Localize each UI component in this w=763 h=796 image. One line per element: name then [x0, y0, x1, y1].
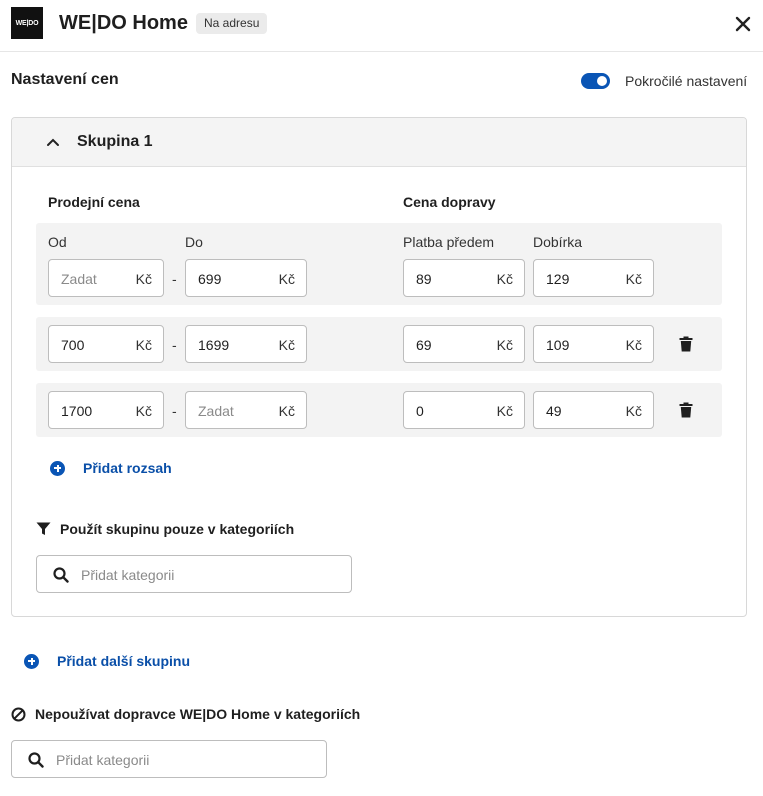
cod-shipping-value: 109	[546, 337, 570, 353]
prepaid-shipping-input[interactable]: 69 Kč	[403, 325, 525, 363]
currency-unit: Kč	[135, 337, 152, 353]
brand-logo-text: WE|DO	[15, 19, 39, 27]
block-icon	[11, 707, 26, 721]
dialog-title: WE|DO Home	[59, 12, 188, 34]
prepaid-label: Platba předem	[403, 234, 495, 250]
close-button[interactable]	[733, 14, 753, 34]
add-range-label: Přidat rozsah	[83, 460, 172, 476]
from-price-value: 1700	[61, 403, 93, 419]
currency-unit: Kč	[278, 403, 295, 419]
toggle-knob	[597, 76, 607, 86]
currency-unit: Kč	[135, 403, 152, 419]
to-price-value: 699	[198, 271, 222, 287]
prepaid-shipping-value: 89	[416, 271, 432, 287]
cod-shipping-input[interactable]: 49 Kč	[533, 391, 654, 429]
close-icon	[735, 16, 751, 32]
from-price-input[interactable]: 700 Kč	[48, 325, 164, 363]
add-range-button[interactable]: Přidat rozsah	[50, 460, 172, 476]
from-price-placeholder: Zadat	[61, 271, 97, 287]
currency-unit: Kč	[496, 337, 513, 353]
group-header[interactable]: Skupina 1	[12, 118, 746, 167]
currency-unit: Kč	[278, 271, 295, 287]
search-icon	[28, 752, 44, 768]
category-filter-label: Použít skupinu pouze v kategoriích	[60, 521, 295, 537]
sale-price-heading: Prodejní cena	[48, 194, 140, 210]
group-title: Skupina 1	[77, 133, 153, 150]
cod-shipping-input[interactable]: 129 Kč	[533, 259, 654, 297]
cod-shipping-input[interactable]: 109 Kč	[533, 325, 654, 363]
prepaid-shipping-input[interactable]: 89 Kč	[403, 259, 525, 297]
price-group-panel: Skupina 1 Prodejní cena Cena dopravy Od …	[11, 117, 747, 617]
exclude-category-placeholder: Přidat kategorii	[56, 752, 150, 768]
delete-row-icon[interactable]	[679, 336, 693, 352]
delete-row-icon[interactable]	[679, 402, 693, 418]
to-price-input[interactable]: 1699 Kč	[185, 325, 307, 363]
delivery-type-badge: Na adresu	[196, 13, 268, 34]
add-circle-icon	[24, 653, 39, 669]
currency-unit: Kč	[625, 403, 642, 419]
currency-unit: Kč	[496, 271, 513, 287]
prepaid-shipping-value: 69	[416, 337, 432, 353]
price-range-row: 1700 Kč - Zadat Kč 0 Kč 49 Kč	[36, 383, 722, 437]
cod-shipping-value: 49	[546, 403, 562, 419]
add-group-label: Přidat další skupinu	[57, 653, 191, 669]
group-category-search[interactable]: Přidat kategorii	[36, 555, 352, 593]
group-category-placeholder: Přidat kategorii	[81, 567, 175, 583]
advanced-settings-toggle[interactable]	[581, 73, 610, 89]
exclude-category-search[interactable]: Přidat kategorii	[11, 740, 327, 778]
prepaid-shipping-input[interactable]: 0 Kč	[403, 391, 525, 429]
chevron-up-icon	[47, 138, 59, 146]
currency-unit: Kč	[496, 403, 513, 419]
category-filter-row: Použít skupinu pouze v kategoriích	[36, 521, 294, 537]
exclude-categories-label: Nepoužívat dopravce WE|DO Home v kategor…	[35, 706, 361, 722]
add-circle-icon	[50, 460, 65, 476]
currency-unit: Kč	[135, 271, 152, 287]
exclude-categories-row: Nepoužívat dopravce WE|DO Home v kategor…	[11, 706, 360, 722]
price-range-row: 700 Kč - 1699 Kč 69 Kč 109 Kč	[36, 317, 722, 371]
to-price-value: 1699	[198, 337, 230, 353]
shipping-price-heading: Cena dopravy	[403, 194, 496, 210]
from-price-value: 700	[61, 337, 85, 353]
from-label: Od	[48, 234, 67, 250]
to-label: Do	[185, 234, 203, 250]
from-price-input[interactable]: Zadat Kč	[48, 259, 164, 297]
cod-shipping-value: 129	[546, 271, 570, 287]
to-price-input[interactable]: 699 Kč	[185, 259, 307, 297]
currency-unit: Kč	[625, 337, 642, 353]
search-icon	[53, 567, 69, 583]
brand-logo: WE|DO	[11, 7, 43, 39]
range-dash: -	[172, 271, 177, 287]
prepaid-shipping-value: 0	[416, 403, 424, 419]
dialog-header: WE|DO WE|DO Home Na adresu	[0, 0, 763, 52]
currency-unit: Kč	[625, 271, 642, 287]
cod-label: Dobírka	[533, 234, 583, 250]
price-range-row: Od Do Platba předem Dobírka Zadat Kč - 6…	[36, 223, 722, 305]
currency-unit: Kč	[278, 337, 295, 353]
from-price-input[interactable]: 1700 Kč	[48, 391, 164, 429]
advanced-settings-label: Pokročilé nastavení	[625, 73, 748, 89]
price-settings-title: Nastavení cen	[11, 71, 119, 88]
to-price-input[interactable]: Zadat Kč	[185, 391, 307, 429]
to-price-placeholder: Zadat	[198, 403, 234, 419]
add-group-button[interactable]: Přidat další skupinu	[24, 653, 190, 669]
filter-icon	[36, 522, 51, 535]
range-dash: -	[172, 403, 177, 419]
range-dash: -	[172, 337, 177, 353]
